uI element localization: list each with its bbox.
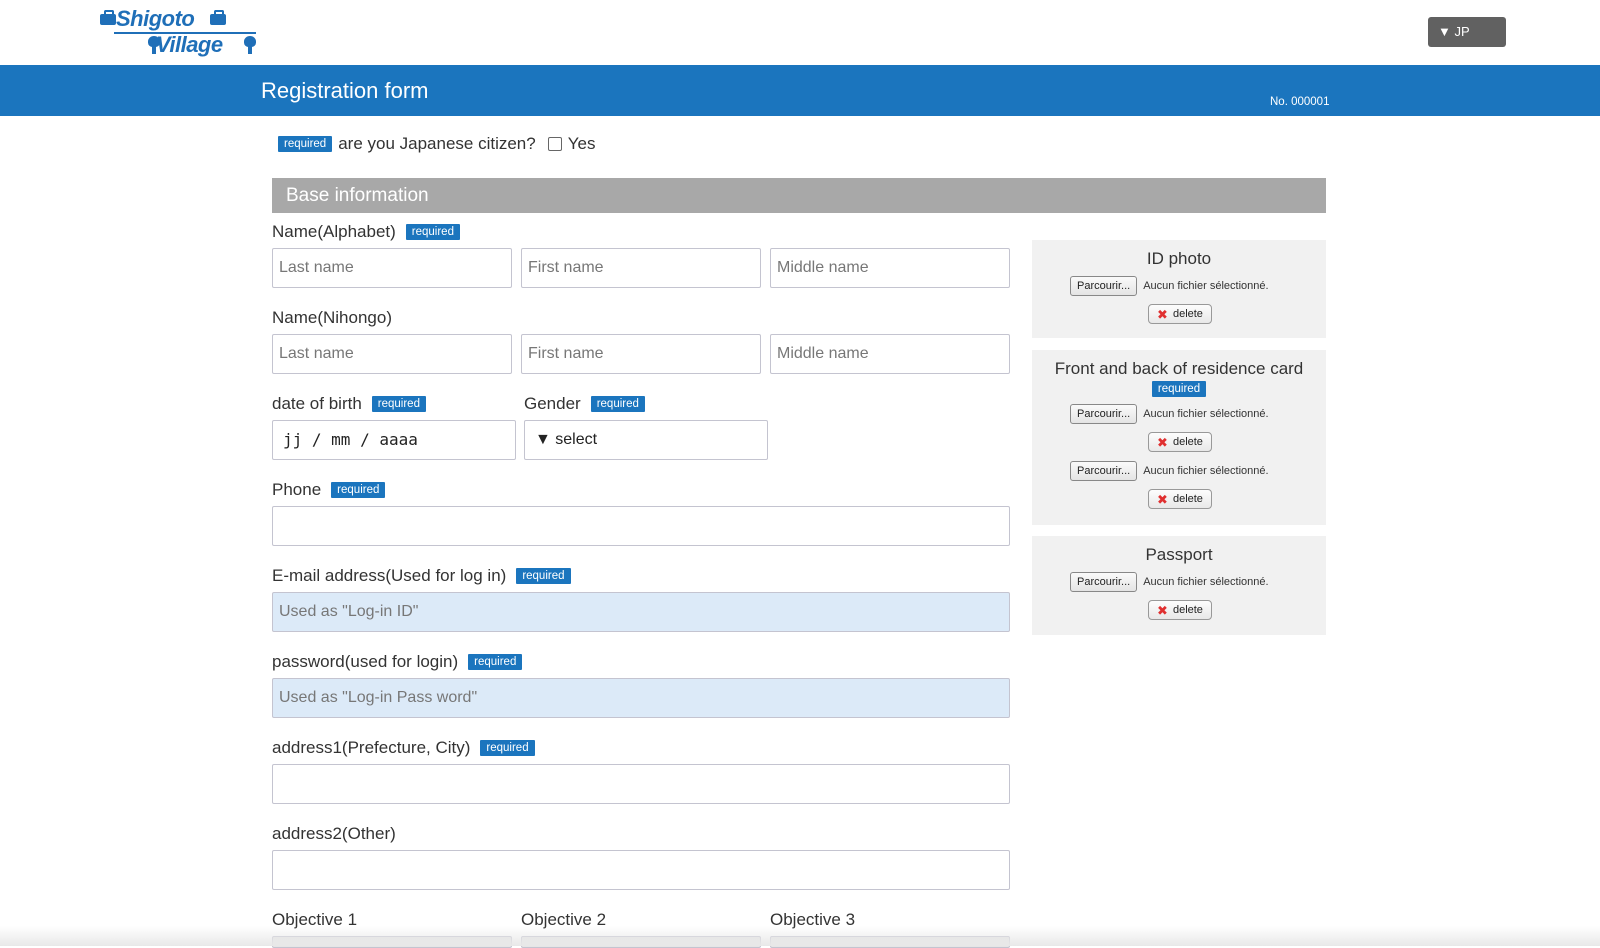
dob-label-group: date of birth required — [272, 394, 426, 414]
close-icon: ✖ — [1157, 491, 1168, 507]
shigoto-village-logo[interactable]: Shigoto Village — [98, 4, 258, 60]
registration-number: No. 000001 — [1270, 96, 1330, 108]
id-photo-title: ID photo — [1146, 249, 1212, 268]
email-label-group: E-mail address(Used for log in) required — [272, 566, 571, 586]
residence-back-file-row: Parcourir... Aucun fichier sélectionné. — [1070, 461, 1269, 481]
id-photo-file-row: Parcourir... Aucun fichier sélectionné. — [1070, 276, 1269, 296]
residence-back-browse-button[interactable]: Parcourir... — [1070, 461, 1138, 481]
language-select[interactable]: ▼ JP — [1428, 17, 1506, 47]
briefcase-icon — [100, 10, 116, 25]
password-label-group: password(used for login) required — [272, 652, 523, 672]
email-input[interactable]: Used as "Log-in ID" — [272, 592, 1010, 632]
password-input[interactable]: Used as "Log-in Pass word" — [272, 678, 1010, 718]
required-badge: required — [468, 654, 523, 670]
required-badge: required — [1151, 380, 1207, 397]
id-photo-browse-button[interactable]: Parcourir... — [1070, 276, 1138, 296]
page-header: Registration form No. 000001 — [0, 65, 1600, 116]
delete-label: delete — [1172, 604, 1203, 616]
gender-label: Gender — [524, 394, 581, 413]
date-of-birth-input[interactable]: jj / mm / aaaa — [272, 420, 516, 460]
page-title: Registration form — [261, 78, 429, 103]
citizen-question: required are you Japanese citizen? Yes — [278, 133, 595, 155]
residence-card-title: Front and back of residence card — [1054, 359, 1304, 378]
gender-select[interactable]: ▼ select — [524, 420, 768, 460]
dob-label: date of birth — [272, 394, 362, 413]
name-alphabet-label-group: Name(Alphabet) required — [272, 222, 460, 242]
required-badge: required — [480, 740, 535, 756]
passport-file-status: Aucun fichier sélectionné. — [1143, 576, 1269, 588]
address2-label: address2(Other) — [272, 824, 396, 843]
required-badge: required — [590, 396, 645, 412]
passport-title: Passport — [1145, 545, 1213, 564]
address1-label-group: address1(Prefecture, City) required — [272, 738, 535, 758]
required-badge: required — [516, 568, 571, 584]
required-badge: required — [405, 224, 460, 240]
citizen-yes-label[interactable]: Yes — [568, 134, 596, 154]
name-nihongo-label-group: Name(Nihongo) — [272, 308, 392, 328]
logo-text-line2: Village — [156, 32, 223, 57]
close-icon: ✖ — [1157, 434, 1168, 450]
bottom-scroll-fade — [0, 926, 1600, 946]
citizen-question-label: are you Japanese citizen? — [338, 134, 536, 153]
tree-icon — [244, 36, 256, 54]
alphabet-first-name-input[interactable]: First name — [521, 248, 761, 288]
passport-browse-button[interactable]: Parcourir... — [1070, 572, 1138, 592]
briefcase-icon — [210, 10, 226, 25]
name-alphabet-label: Name(Alphabet) — [272, 222, 396, 241]
logo-text-line1: Shigoto — [116, 6, 195, 31]
phone-input[interactable] — [272, 506, 1010, 546]
password-label: password(used for login) — [272, 652, 459, 671]
phone-label: Phone — [272, 480, 322, 499]
close-icon: ✖ — [1157, 306, 1168, 322]
passport-panel: Passport Parcourir... Aucun fichier séle… — [1032, 536, 1326, 635]
phone-label-group: Phone required — [272, 480, 386, 500]
gender-label-group: Gender required — [524, 394, 645, 414]
delete-label: delete — [1172, 436, 1203, 448]
residence-back-file-status: Aucun fichier sélectionné. — [1143, 465, 1269, 477]
id-photo-panel: ID photo Parcourir... Aucun fichier séle… — [1032, 240, 1326, 338]
required-badge: required — [278, 136, 333, 152]
nihongo-middle-name-input[interactable]: Middle name — [770, 334, 1010, 374]
residence-front-browse-button[interactable]: Parcourir... — [1070, 404, 1138, 424]
address2-label-group: address2(Other) — [272, 824, 396, 844]
close-icon: ✖ — [1157, 602, 1168, 618]
alphabet-last-name-input[interactable]: Last name — [272, 248, 512, 288]
id-photo-delete-button[interactable]: ✖ delete — [1148, 304, 1212, 324]
residence-front-file-status: Aucun fichier sélectionné. — [1143, 408, 1269, 420]
delete-label: delete — [1172, 493, 1203, 505]
required-badge: required — [331, 482, 386, 498]
residence-back-delete-button[interactable]: ✖ delete — [1148, 489, 1212, 509]
address1-input[interactable] — [272, 764, 1010, 804]
address2-input[interactable] — [272, 850, 1010, 890]
citizen-yes-checkbox[interactable] — [547, 137, 562, 151]
name-nihongo-label: Name(Nihongo) — [272, 308, 392, 327]
delete-label: delete — [1172, 308, 1203, 320]
required-badge: required — [371, 396, 426, 412]
alphabet-middle-name-input[interactable]: Middle name — [770, 248, 1010, 288]
residence-badge-wrap: required — [1032, 380, 1326, 398]
nihongo-first-name-input[interactable]: First name — [521, 334, 761, 374]
id-photo-file-status: Aucun fichier sélectionné. — [1143, 280, 1269, 292]
residence-front-delete-button[interactable]: ✖ delete — [1148, 432, 1212, 452]
passport-file-row: Parcourir... Aucun fichier sélectionné. — [1070, 572, 1269, 592]
residence-front-file-row: Parcourir... Aucun fichier sélectionné. — [1070, 404, 1269, 424]
section-header-base-information: Base information — [272, 178, 1326, 213]
passport-delete-button[interactable]: ✖ delete — [1148, 600, 1212, 620]
address1-label: address1(Prefecture, City) — [272, 738, 471, 757]
email-label: E-mail address(Used for log in) — [272, 566, 507, 585]
top-bar: Shigoto Village ▼ JP — [0, 0, 1600, 65]
residence-card-panel: Front and back of residence card require… — [1032, 350, 1326, 525]
nihongo-last-name-input[interactable]: Last name — [272, 334, 512, 374]
